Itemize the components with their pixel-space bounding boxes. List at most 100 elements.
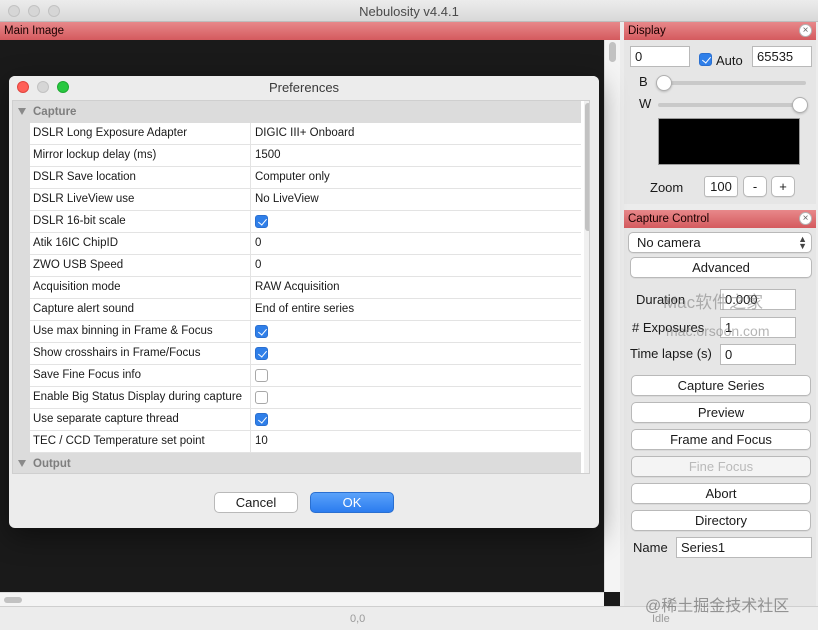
- property-row[interactable]: Atik 16IC ChipID 0: [13, 233, 581, 255]
- capture-control-header: Capture Control: [624, 210, 816, 228]
- column-divider: [250, 233, 251, 255]
- collapse-arrow-icon[interactable]: [18, 460, 26, 467]
- name-label: Name: [633, 540, 668, 555]
- property-row[interactable]: ZWO USB Speed 0: [13, 255, 581, 277]
- property-row[interactable]: Mirror lockup delay (ms) 1500: [13, 145, 581, 167]
- property-row[interactable]: DSLR LiveView use No LiveView: [13, 189, 581, 211]
- property-checkbox[interactable]: [255, 391, 268, 404]
- column-divider: [250, 409, 251, 431]
- b-slider-knob[interactable]: [656, 75, 672, 91]
- watermark-site: mac.orsoon.com: [666, 323, 770, 339]
- property-value[interactable]: 10: [255, 431, 268, 452]
- vertical-scroll-thumb[interactable]: [609, 42, 616, 62]
- property-value[interactable]: 0: [255, 233, 261, 254]
- property-checkbox[interactable]: [255, 347, 268, 360]
- watermark-juejin: @稀土掘金技术社区: [645, 598, 790, 615]
- row-gutter: [13, 431, 30, 453]
- category-output[interactable]: Output: [13, 453, 581, 473]
- column-divider: [250, 387, 251, 409]
- property-row[interactable]: Acquisition mode RAW Acquisition: [13, 277, 581, 299]
- b-slider-track[interactable]: [658, 81, 806, 85]
- abort-button[interactable]: Abort: [631, 483, 811, 504]
- property-row[interactable]: Enable Big Status Display during capture: [13, 387, 581, 409]
- main-image-horizontal-scrollbar[interactable]: [0, 592, 604, 606]
- display-close-icon[interactable]: ×: [799, 24, 812, 37]
- display-header: Display: [624, 22, 816, 40]
- main-image-vertical-scrollbar[interactable]: [604, 40, 620, 592]
- horizontal-scroll-thumb[interactable]: [4, 597, 22, 603]
- column-divider: [250, 145, 251, 167]
- property-grid-scroll-thumb[interactable]: [585, 103, 589, 231]
- capture-control-close-icon[interactable]: ×: [799, 212, 812, 225]
- column-divider: [250, 431, 251, 453]
- property-value[interactable]: No LiveView: [255, 189, 319, 210]
- zoom-out-button[interactable]: -: [743, 176, 767, 197]
- advanced-button[interactable]: Advanced: [630, 257, 812, 278]
- property-checkbox[interactable]: [255, 413, 268, 426]
- histogram-preview: [658, 118, 800, 165]
- property-value[interactable]: End of entire series: [255, 299, 354, 320]
- property-row[interactable]: Use separate capture thread: [13, 409, 581, 431]
- property-row[interactable]: Save Fine Focus info: [13, 365, 581, 387]
- w-slider-label: W: [639, 96, 652, 111]
- property-row[interactable]: DSLR Long Exposure Adapter DIGIC III+ Onb…: [13, 123, 581, 145]
- property-row[interactable]: DSLR 16-bit scale: [13, 211, 581, 233]
- column-divider: [250, 189, 251, 211]
- property-value[interactable]: 1500: [255, 145, 281, 166]
- cancel-button[interactable]: Cancel: [214, 492, 298, 513]
- fine-focus-button[interactable]: Fine Focus: [631, 456, 811, 477]
- auto-checkbox[interactable]: [699, 53, 712, 66]
- column-divider: [250, 343, 251, 365]
- series-name-input[interactable]: Series1: [676, 537, 812, 558]
- display-panel: Display × 0 Auto 65535 B W Zoom 100 - +: [624, 22, 816, 204]
- property-value[interactable]: 0: [255, 255, 261, 276]
- zoom-value-field[interactable]: 100: [704, 176, 738, 197]
- category-capture[interactable]: Capture: [13, 101, 581, 123]
- property-name: DSLR 16-bit scale: [33, 215, 126, 227]
- black-level-input[interactable]: 0: [630, 46, 690, 67]
- timelapse-input[interactable]: 0: [720, 344, 796, 365]
- property-row[interactable]: DSLR Save location Computer only: [13, 167, 581, 189]
- app-window: Nebulosity v4.4.1 Main Image 0,0 Idle Di…: [0, 0, 818, 630]
- property-checkbox[interactable]: [255, 325, 268, 338]
- property-checkbox[interactable]: [255, 215, 268, 228]
- property-name: DSLR Long Exposure Adapter: [33, 127, 188, 139]
- collapse-arrow-icon[interactable]: [18, 108, 26, 115]
- white-level-input[interactable]: 65535: [752, 46, 812, 67]
- property-row[interactable]: Use max binning in Frame & Focus: [13, 321, 581, 343]
- auto-label: Auto: [716, 53, 743, 68]
- camera-select[interactable]: No camera ▲ ▼: [628, 232, 812, 253]
- property-value[interactable]: RAW Acquisition: [255, 277, 340, 298]
- zoom-in-button[interactable]: +: [771, 176, 795, 197]
- property-name: Show crosshairs in Frame/Focus: [33, 347, 201, 359]
- property-value[interactable]: Computer only: [255, 167, 330, 188]
- property-grid-scrollbar[interactable]: [584, 101, 589, 473]
- directory-button[interactable]: Directory: [631, 510, 811, 531]
- property-row[interactable]: Capture alert sound End of entire series: [13, 299, 581, 321]
- capture-series-button[interactable]: Capture Series: [631, 375, 811, 396]
- column-divider: [250, 211, 251, 233]
- property-value[interactable]: DIGIC III+ Onboard: [255, 123, 354, 144]
- row-gutter: [13, 299, 30, 321]
- property-row[interactable]: TEC / CCD Temperature set point 10: [13, 431, 581, 453]
- select-arrows-icon: ▲ ▼: [798, 234, 807, 251]
- row-gutter: [13, 211, 30, 233]
- w-slider-track[interactable]: [658, 103, 806, 107]
- preview-button[interactable]: Preview: [631, 402, 811, 423]
- row-gutter: [13, 145, 30, 167]
- watermark-site-cn: Mac软件之家: [663, 293, 764, 312]
- column-divider: [250, 167, 251, 189]
- property-name: DSLR LiveView use: [33, 193, 135, 205]
- w-slider-knob[interactable]: [792, 97, 808, 113]
- frame-and-focus-button[interactable]: Frame and Focus: [631, 429, 811, 450]
- property-row[interactable]: Show crosshairs in Frame/Focus: [13, 343, 581, 365]
- row-gutter: [13, 189, 30, 211]
- status-coordinates: 0,0: [350, 613, 366, 625]
- row-gutter: [13, 343, 30, 365]
- property-name: Use separate capture thread: [33, 413, 179, 425]
- ok-button[interactable]: OK: [310, 492, 394, 513]
- property-name: Save Fine Focus info: [33, 369, 142, 381]
- category-output-label: Output: [33, 458, 71, 470]
- property-checkbox[interactable]: [255, 369, 268, 382]
- property-name: Use max binning in Frame & Focus: [33, 325, 213, 337]
